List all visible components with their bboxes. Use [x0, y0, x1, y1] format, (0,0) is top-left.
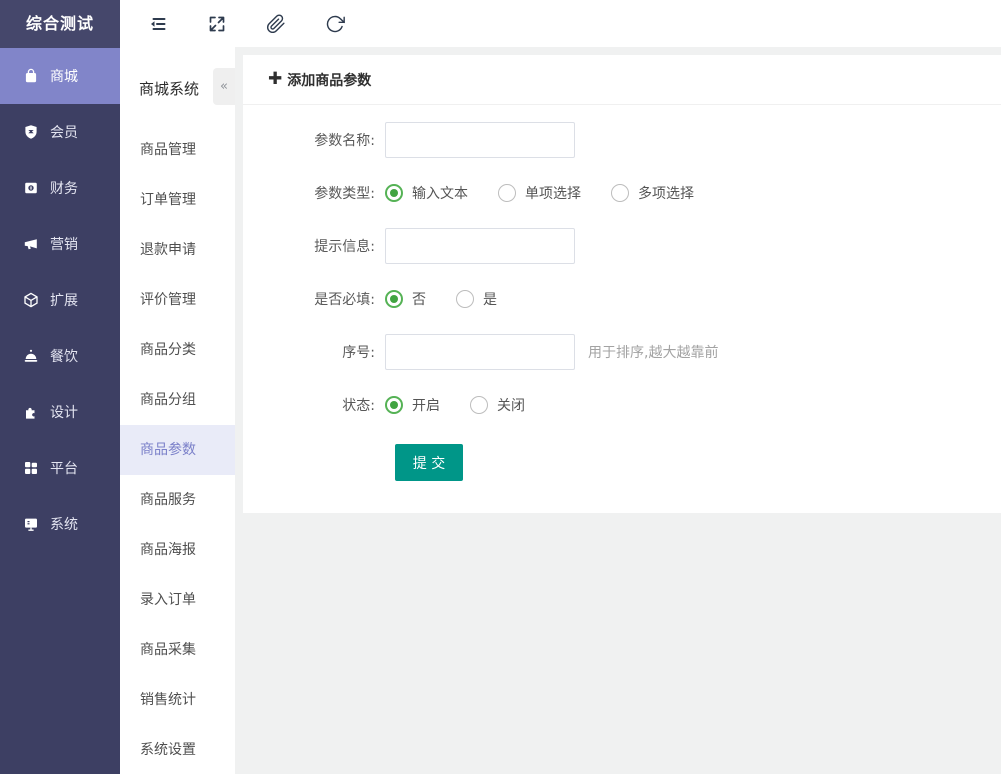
submenu-item-review-manage[interactable]: 评价管理: [120, 275, 235, 325]
plus-icon: ✚: [268, 71, 282, 88]
sidebar-item-finance[interactable]: 财务: [0, 160, 120, 216]
submenu-item-sales-stats[interactable]: 销售统计: [120, 675, 235, 725]
submenu-item-goods-manage[interactable]: 商品管理: [120, 125, 235, 175]
param-form: 参数名称: 参数类型: 输入文本 单项选择 多项选择: [243, 105, 1001, 481]
radio-required-no[interactable]: 否: [385, 289, 426, 309]
sidebar-item-shop[interactable]: 商城: [0, 48, 120, 104]
system-monitor-icon: [23, 516, 39, 532]
submenu-item-refund-request[interactable]: 退款申请: [120, 225, 235, 275]
radio-status-off[interactable]: 关闭: [470, 395, 525, 415]
catering-cloche-icon: [23, 348, 39, 364]
serial-input[interactable]: [385, 334, 575, 370]
sidebar-item-marketing[interactable]: 营销: [0, 216, 120, 272]
member-badge-icon: [23, 124, 39, 140]
submenu-item-goods-poster[interactable]: 商品海报: [120, 525, 235, 575]
refresh-icon[interactable]: [324, 13, 346, 35]
submenu-item-goods-collect[interactable]: 商品采集: [120, 625, 235, 675]
radio-input-text[interactable]: 输入文本: [385, 183, 468, 203]
status-label: 状态:: [243, 395, 385, 415]
sidebar-item-label: 扩展: [50, 290, 78, 310]
shop-bag-icon: [23, 68, 39, 84]
tip-info-label: 提示信息:: [243, 236, 385, 256]
primary-sidebar: 综合测试 商城 会员 财务 营销: [0, 0, 120, 774]
platform-grid-icon: [23, 460, 39, 476]
param-type-row: 参数类型: 输入文本 单项选择 多项选择: [243, 175, 1001, 211]
radio-circle-icon: [385, 184, 403, 202]
form-title: 添加商品参数: [287, 70, 371, 90]
top-toolbar: [120, 0, 1001, 47]
radio-status-on[interactable]: 开启: [385, 395, 440, 415]
sidebar-item-platform[interactable]: 平台: [0, 440, 120, 496]
serial-hint: 用于排序,越大越靠前: [588, 342, 718, 362]
sidebar-item-system[interactable]: 系统: [0, 496, 120, 552]
submenu-title: 商城系统: [139, 78, 199, 99]
submit-row: 提 交: [395, 444, 1001, 481]
extension-cube-icon: [23, 292, 39, 308]
sidebar-item-label: 商城: [50, 66, 78, 86]
required-row: 是否必填: 否 是: [243, 281, 1001, 317]
radio-circle-icon: [470, 396, 488, 414]
fold-sidebar-icon[interactable]: [147, 13, 169, 35]
sidebar-item-extension[interactable]: 扩展: [0, 272, 120, 328]
sidebar-item-label: 营销: [50, 234, 78, 254]
serial-label: 序号:: [243, 342, 385, 362]
submenu-item-goods-group[interactable]: 商品分组: [120, 375, 235, 425]
marketing-megaphone-icon: [23, 236, 39, 252]
submenu-item-goods-service[interactable]: 商品服务: [120, 475, 235, 525]
fullscreen-icon[interactable]: [206, 13, 228, 35]
tip-info-input[interactable]: [385, 228, 575, 264]
app-title: 综合测试: [0, 0, 120, 48]
link-paperclip-icon[interactable]: [265, 13, 287, 35]
sidebar-item-label: 平台: [50, 458, 78, 478]
radio-multi-select[interactable]: 多项选择: [611, 183, 694, 203]
radio-circle-icon: [385, 290, 403, 308]
sidebar-item-label: 财务: [50, 178, 78, 198]
submit-button[interactable]: 提 交: [395, 444, 463, 481]
required-radio-group: 否 是: [385, 289, 527, 309]
radio-circle-icon: [385, 396, 403, 414]
sidebar-item-label: 餐饮: [50, 346, 78, 366]
radio-circle-icon: [498, 184, 516, 202]
submenu-item-goods-category[interactable]: 商品分类: [120, 325, 235, 375]
param-type-radio-group: 输入文本 单项选择 多项选择: [385, 183, 724, 203]
collapse-submenu-button[interactable]: «: [213, 68, 235, 105]
sidebar-item-member[interactable]: 会员: [0, 104, 120, 160]
radio-circle-icon: [611, 184, 629, 202]
sidebar-item-catering[interactable]: 餐饮: [0, 328, 120, 384]
radio-single-select[interactable]: 单项选择: [498, 183, 581, 203]
design-puzzle-icon: [23, 404, 39, 420]
content-panel: ✚ 添加商品参数 参数名称: 参数类型: 输入文本 单项选择: [243, 55, 1001, 513]
radio-required-yes[interactable]: 是: [456, 289, 497, 309]
param-name-input[interactable]: [385, 122, 575, 158]
sidebar-item-label: 设计: [50, 402, 78, 422]
sidebar-item-label: 系统: [50, 514, 78, 534]
submenu-item-system-settings[interactable]: 系统设置: [120, 725, 235, 774]
chevron-double-left-icon: «: [220, 79, 228, 94]
submenu-item-order-manage[interactable]: 订单管理: [120, 175, 235, 225]
param-name-row: 参数名称:: [243, 122, 1001, 158]
sidebar-item-label: 会员: [50, 122, 78, 142]
param-name-label: 参数名称:: [243, 130, 385, 150]
submenu-item-goods-params[interactable]: 商品参数: [120, 425, 235, 475]
secondary-sidebar: 商城系统 « 商品管理 订单管理 退款申请 评价管理 商品分类 商品分组 商品参…: [120, 47, 235, 774]
tip-info-row: 提示信息:: [243, 228, 1001, 264]
submenu-item-order-entry[interactable]: 录入订单: [120, 575, 235, 625]
finance-safe-icon: [23, 180, 39, 196]
sidebar-item-design[interactable]: 设计: [0, 384, 120, 440]
status-row: 状态: 开启 关闭: [243, 387, 1001, 423]
param-type-label: 参数类型:: [243, 183, 385, 203]
required-label: 是否必填:: [243, 289, 385, 309]
submenu-header: 商城系统 «: [120, 47, 235, 125]
status-radio-group: 开启 关闭: [385, 395, 555, 415]
radio-circle-icon: [456, 290, 474, 308]
form-header: ✚ 添加商品参数: [243, 55, 1001, 105]
serial-row: 序号: 用于排序,越大越靠前: [243, 334, 1001, 370]
app-root: 综合测试 商城 会员 财务 营销: [0, 0, 1001, 774]
